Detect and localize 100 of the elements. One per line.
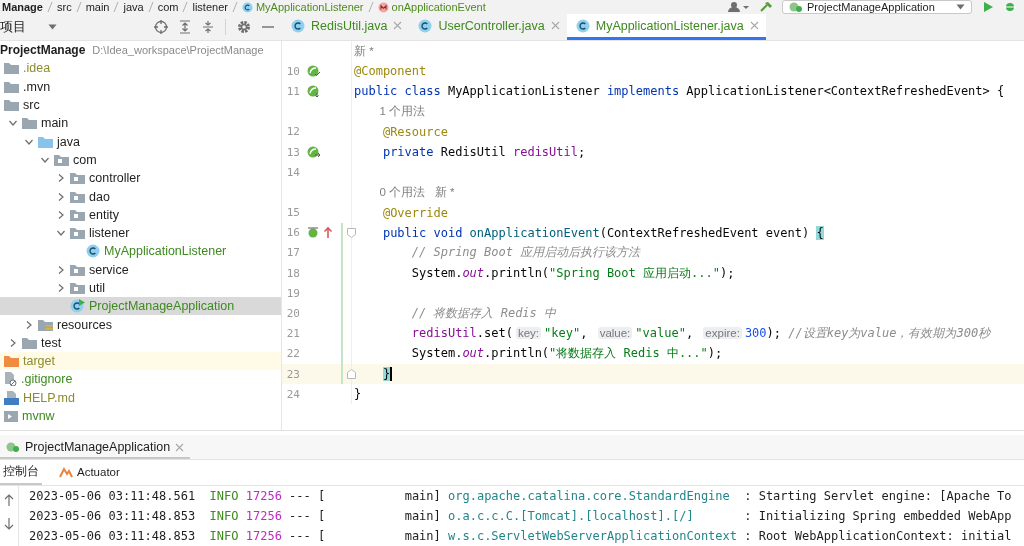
code-line: @Resource (381, 124, 448, 139)
tree-item[interactable]: util (0, 278, 281, 298)
change-marker[interactable] (341, 323, 343, 344)
breadcrumb-item[interactable]: Manage (2, 1, 43, 13)
line-number: 18 (285, 266, 300, 280)
folder-icon (4, 355, 19, 368)
fold-marker-icon[interactable] (347, 369, 356, 379)
chevron-right-icon[interactable] (56, 283, 66, 293)
chevron-right-icon[interactable] (56, 173, 66, 184)
project-path: D:\Idea_workspace\ProjectManage (92, 44, 264, 57)
line-number: 21 (285, 327, 300, 341)
user-icon[interactable] (728, 2, 750, 12)
method-icon (377, 1, 389, 13)
tree-item[interactable]: controller (0, 169, 281, 188)
run-config-icon (789, 2, 803, 12)
code-line: // Spring Boot 应用启动后执行该方法 (410, 244, 641, 262)
breadcrumb-item[interactable]: com (157, 1, 179, 13)
change-marker[interactable] (341, 303, 343, 324)
tree-item[interactable]: java (0, 132, 281, 151)
code-line: @Override (381, 205, 448, 220)
breadcrumb-item[interactable]: onApplicationEvent (377, 1, 486, 13)
run-configuration-dropdown[interactable]: ProjectManageApplication (782, 0, 972, 14)
expand-all-icon[interactable] (179, 20, 191, 34)
tree-item[interactable]: com (0, 150, 281, 170)
hammer-icon[interactable] (760, 2, 772, 12)
tree-item[interactable]: .mvn (0, 77, 281, 96)
tree-item[interactable]: HELP.md (0, 388, 281, 407)
settings-icon[interactable] (237, 20, 251, 34)
tree-item[interactable]: target (0, 352, 281, 371)
log-line: 2023-05-06 03:11:48.853 INFO 17256 --- [ main] w.s.c.ServletWebServerApplicationContext : Root WebApplicationContext: initial (29, 528, 1012, 545)
locate-icon[interactable] (154, 20, 168, 34)
run-icon[interactable] (982, 2, 994, 12)
markdown-file-icon (4, 390, 19, 405)
minimize-icon[interactable] (262, 25, 274, 29)
change-marker[interactable] (341, 364, 343, 385)
fold-marker-icon[interactable] (347, 227, 356, 238)
chevron-right-icon[interactable] (24, 319, 34, 330)
tree-item[interactable]: resources (0, 315, 281, 334)
code-line: public void onApplicationEvent(ContextRefreshedEvent event) { (381, 225, 824, 240)
tree-item[interactable]: main (0, 114, 281, 133)
chevron-right-icon[interactable] (56, 209, 66, 220)
chevron-right-icon[interactable] (56, 191, 66, 202)
package-icon (70, 263, 85, 276)
line-number: 19 (285, 286, 300, 300)
tree-item[interactable]: test (0, 333, 281, 353)
change-marker[interactable] (341, 343, 343, 364)
change-marker[interactable] (341, 222, 343, 243)
code-line: redisUtil.set( key: "key", value: "value", expire: 300); //设置key为value，有效期为300秒 (410, 325, 991, 343)
close-icon[interactable] (749, 21, 759, 30)
tree-item[interactable]: listener (0, 223, 281, 243)
class-icon (418, 18, 433, 33)
editor-tab[interactable]: MyApplicationListener.java (566, 14, 766, 40)
code-line: System.out.println("将数据存入 Redis 中..."); (410, 345, 723, 363)
console-tab[interactable]: Actuator (56, 460, 123, 485)
tree-item[interactable]: .idea (0, 59, 281, 78)
editor-tab[interactable]: RedisUtil.java (282, 14, 410, 40)
tree-item[interactable]: entity (0, 205, 281, 224)
line-number: 13 (285, 145, 300, 159)
tree-item[interactable]: service (0, 260, 281, 279)
folder-icon (22, 117, 37, 130)
usage-hint: 新 * (353, 43, 374, 59)
package-icon (70, 208, 85, 221)
separator-icon (147, 2, 154, 12)
folder-icon (22, 336, 37, 349)
breadcrumb-item[interactable]: main (85, 1, 110, 13)
close-icon[interactable] (175, 442, 185, 452)
tree-item[interactable]: .gitignore (0, 370, 281, 389)
chevron-right-icon[interactable] (8, 337, 18, 348)
tree-item[interactable]: src (0, 95, 281, 115)
breadcrumb-item[interactable]: MyApplicationListener (241, 1, 364, 13)
tree-item[interactable]: dao (0, 187, 281, 206)
folder-icon (38, 135, 53, 148)
up-arrow-icon[interactable] (4, 494, 14, 506)
breadcrumb-item[interactable]: listener (192, 1, 228, 13)
tree-item[interactable]: mvnw (0, 406, 281, 426)
change-marker[interactable] (341, 263, 343, 284)
line-number: 24 (285, 387, 300, 401)
file-icon (4, 372, 17, 387)
package-icon (70, 172, 85, 185)
breadcrumb-item[interactable]: src (56, 1, 72, 13)
console-tab[interactable]: 控制台 (0, 460, 42, 485)
actuator-icon (59, 465, 73, 478)
run-tab[interactable]: ProjectManageApplication (0, 437, 191, 459)
down-arrow-icon[interactable] (4, 518, 14, 530)
breadcrumb-item[interactable]: java (123, 1, 144, 13)
change-marker[interactable] (341, 283, 343, 304)
class-icon (241, 1, 253, 13)
separator-icon (182, 2, 189, 12)
code-line: // 将数据存入 Redis 中 (410, 305, 557, 323)
change-marker[interactable] (341, 242, 343, 264)
collapse-all-icon[interactable] (202, 20, 214, 34)
close-icon[interactable] (550, 21, 560, 30)
tree-item[interactable]: MyApplicationListener (0, 242, 281, 261)
close-icon[interactable] (393, 21, 403, 30)
editor-tab[interactable]: UserController.java (409, 14, 567, 40)
chevron-right-icon[interactable] (56, 264, 66, 275)
project-view-dropdown[interactable]: 项目 (0, 16, 61, 38)
script-file-icon (4, 409, 18, 423)
package-icon (70, 190, 85, 203)
project-name[interactable]: ProjectManage (0, 43, 86, 58)
